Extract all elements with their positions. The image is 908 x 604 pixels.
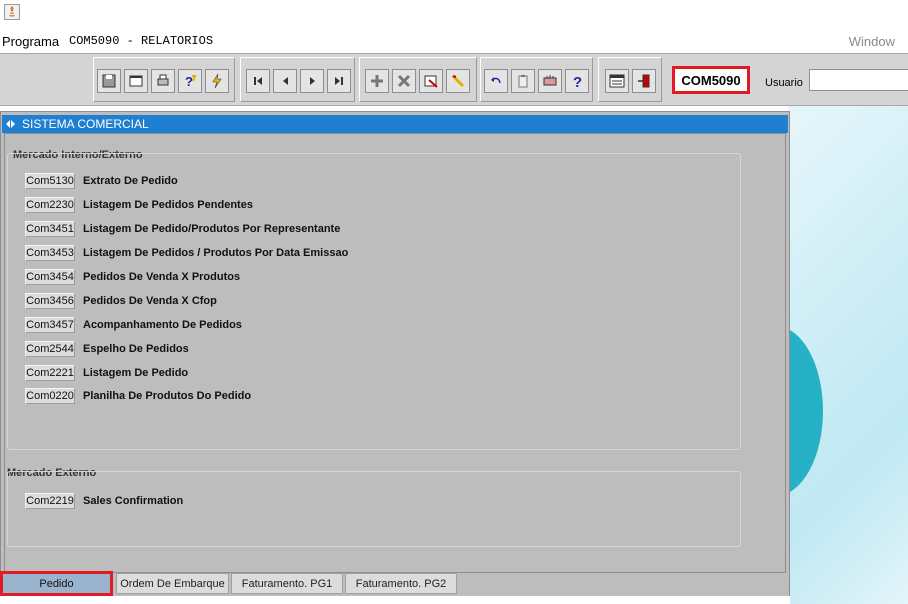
- report-label: Sales Confirmation: [83, 495, 184, 507]
- list-item: Com2219 Sales Confirmation: [25, 492, 183, 510]
- window-icon: [129, 75, 143, 87]
- list-item: Com3453 Listagem De Pedidos / Produtos P…: [25, 244, 348, 262]
- status-strip: [0, 596, 790, 604]
- list-item: Com3451 Listagem De Pedido/Produtos Por …: [25, 220, 340, 238]
- report-label: Extrato De Pedido: [83, 175, 178, 187]
- report-label: Pedidos De Venda X Produtos: [83, 271, 241, 283]
- next-record-icon: [310, 77, 315, 85]
- window-title: SISTEMA COMERCIAL: [22, 117, 149, 131]
- tab-ordem-de-embarque[interactable]: Ordem De Embarque: [116, 573, 229, 594]
- previous-record-button[interactable]: [273, 69, 297, 93]
- user-input[interactable]: [809, 69, 908, 91]
- report-code-button[interactable]: Com2219: [25, 493, 75, 509]
- tab-bar: Pedido Ordem De Embarque Faturamento. PG…: [0, 571, 790, 596]
- window-menu-icon[interactable]: [5, 119, 16, 130]
- query-run-icon: [212, 73, 222, 89]
- first-record-button[interactable]: [246, 69, 270, 93]
- window-button[interactable]: [124, 69, 148, 93]
- report-label: Listagem De Pedidos Pendentes: [83, 199, 253, 211]
- background-shape: [788, 326, 823, 496]
- last-record-icon: [335, 77, 343, 85]
- list-item: Com0220 Planilha De Produtos Do Pedido: [25, 387, 251, 405]
- clipboard-icon: [518, 75, 528, 88]
- report-code-button[interactable]: Com2544: [25, 341, 75, 357]
- clear-record-icon: [424, 75, 438, 88]
- menu-programa[interactable]: Programa: [2, 34, 59, 49]
- list-item: Com2544 Espelho De Pedidos: [25, 340, 189, 358]
- report-code-button[interactable]: Com0220: [25, 388, 75, 404]
- clear-record-button[interactable]: [419, 69, 443, 93]
- save-button[interactable]: [97, 69, 121, 93]
- list-item: Com3456 Pedidos De Venda X Cfop: [25, 292, 217, 310]
- desktop-background: [788, 106, 908, 604]
- menu-bar: Programa COM5090 - RELATORIOS Window: [0, 28, 908, 52]
- edit-button[interactable]: [446, 69, 470, 93]
- query-help-button[interactable]: ?: [178, 69, 202, 93]
- report-label: Planilha De Produtos Do Pedido: [83, 390, 252, 402]
- svg-text:?: ?: [185, 74, 193, 89]
- query-help-icon: ?: [185, 74, 197, 89]
- help-icon: ?: [573, 74, 582, 89]
- list-item: Com3457 Acompanhamento De Pedidos: [25, 316, 242, 334]
- query-run-button[interactable]: [205, 69, 229, 93]
- user-label: Usuario: [765, 77, 803, 89]
- first-record-icon: [254, 77, 262, 85]
- report-code-button[interactable]: Com2230: [25, 197, 75, 213]
- report-label: Listagem De Pedido/Produtos Por Represen…: [83, 223, 341, 235]
- insert-record-icon: [371, 75, 383, 87]
- menu-icon: [609, 74, 625, 88]
- report-code-button[interactable]: Com3451: [25, 221, 75, 237]
- exit-icon: [638, 74, 650, 88]
- report-code-button[interactable]: Com3457: [25, 317, 75, 333]
- report-code-button[interactable]: Com2221: [25, 365, 75, 381]
- print-button[interactable]: [151, 69, 175, 93]
- form-code-display: COM5090: [672, 66, 750, 94]
- report-label: Espelho De Pedidos: [83, 343, 189, 355]
- edit-icon: [451, 74, 465, 88]
- undo-icon: [491, 77, 501, 84]
- list-item: Com5130 Extrato De Pedido: [25, 172, 178, 190]
- last-record-button[interactable]: [327, 69, 351, 93]
- menu-form-title[interactable]: COM5090 - RELATORIOS: [69, 34, 213, 48]
- clipboard-button[interactable]: [511, 69, 535, 93]
- svg-text:?: ?: [573, 74, 582, 89]
- window-titlebar[interactable]: SISTEMA COMERCIAL: [2, 115, 788, 133]
- tab-pedido[interactable]: Pedido: [0, 571, 113, 596]
- menu-window[interactable]: Window: [849, 34, 895, 49]
- window-content: Mercado Interno/Externo Com5130 Extrato …: [4, 133, 786, 573]
- delete-record-icon: [397, 74, 411, 88]
- report-code-button[interactable]: Com3456: [25, 293, 75, 309]
- tab-faturamento-pg2[interactable]: Faturamento. PG2: [345, 573, 457, 594]
- undo-button[interactable]: [484, 69, 508, 93]
- list-item: Com3454 Pedidos De Venda X Produtos: [25, 268, 240, 286]
- report-label: Pedidos De Venda X Cfop: [83, 295, 217, 307]
- list-item: Com2221 Listagem De Pedido: [25, 364, 188, 382]
- report-code-button[interactable]: Com5130: [25, 173, 75, 189]
- hand-icon: [543, 75, 557, 86]
- report-label: Acompanhamento De Pedidos: [83, 319, 242, 331]
- previous-record-icon: [283, 77, 288, 85]
- list-item: Com2230 Listagem De Pedidos Pendentes: [25, 196, 253, 214]
- toolbar: ? ? COM5090 Usuario: [0, 53, 908, 106]
- next-record-button[interactable]: [300, 69, 324, 93]
- report-label: Listagem De Pedido: [83, 367, 189, 379]
- menu-button[interactable]: [605, 69, 629, 93]
- report-code-button[interactable]: Com3454: [25, 269, 75, 285]
- save-icon: [102, 74, 116, 88]
- main-window: SISTEMA COMERCIAL Mercado Interno/Extern…: [0, 111, 790, 604]
- exit-button[interactable]: [632, 69, 656, 93]
- insert-record-button[interactable]: [365, 69, 389, 93]
- help-button[interactable]: ?: [565, 69, 589, 93]
- tab-faturamento-pg1[interactable]: Faturamento. PG1: [231, 573, 343, 594]
- delete-record-button[interactable]: [392, 69, 416, 93]
- java-icon: [4, 4, 20, 20]
- hand-button[interactable]: [538, 69, 562, 93]
- report-label: Listagem De Pedidos / Produtos Por Data …: [83, 247, 349, 259]
- report-code-button[interactable]: Com3453: [25, 245, 75, 261]
- app-titlebar: [0, 0, 908, 28]
- print-icon: [157, 74, 169, 86]
